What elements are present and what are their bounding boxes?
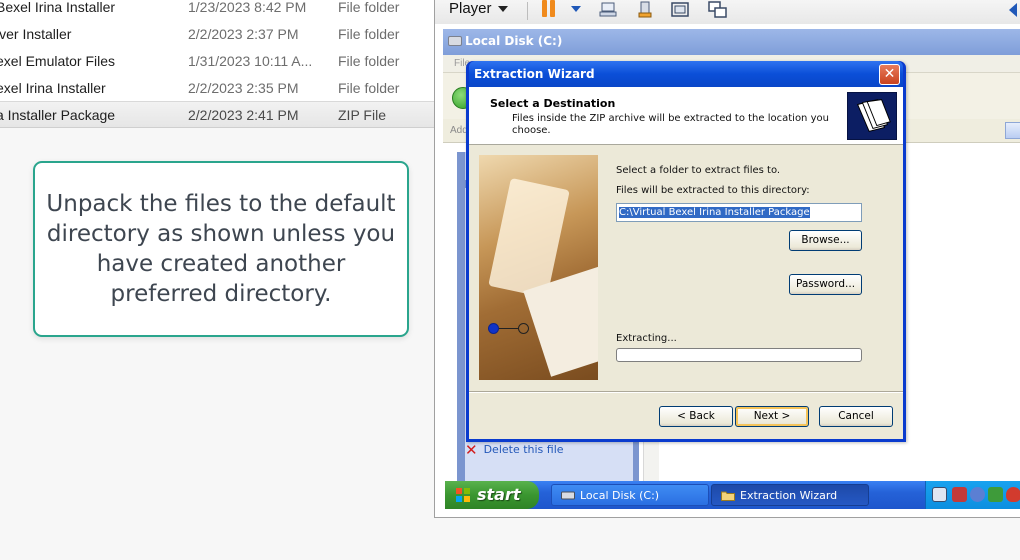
- password-button[interactable]: Password...: [789, 274, 862, 295]
- drive-icon: [448, 36, 462, 46]
- file-date: 2/2/2023 2:37 PM: [188, 26, 299, 42]
- file-row[interactable]: exel Irina Installer 2/2/2023 2:35 PM Fi…: [0, 75, 436, 102]
- screen: Bexel Irina Installer 1/23/2023 8:42 PM …: [0, 0, 1020, 560]
- vm-toolbar: Player: [435, 0, 1020, 24]
- drive-icon: [561, 491, 575, 500]
- chevron-down-icon[interactable]: [1005, 122, 1020, 139]
- vmware-tools-icon[interactable]: [932, 487, 947, 502]
- file-type: File folder: [338, 0, 400, 15]
- pause-icon[interactable]: [541, 0, 557, 17]
- update-icon[interactable]: [988, 487, 1003, 502]
- player-menu-label: Player: [449, 0, 492, 17]
- file-date: 1/31/2023 10:11 A...: [188, 53, 313, 69]
- wizard-header: Select a Destination Files inside the ZI…: [469, 87, 903, 145]
- file-type: File folder: [338, 80, 400, 96]
- destination-directory-value: C:\Virtual Bexel Irina Installer Package: [619, 207, 810, 218]
- extraction-wizard-dialog: Extraction Wizard ✕ Select a Destination…: [466, 61, 906, 442]
- browse-button[interactable]: Browse...: [789, 230, 862, 251]
- file-type: File folder: [338, 26, 400, 42]
- fit-window-icon[interactable]: [669, 0, 691, 20]
- start-label: start: [477, 485, 521, 504]
- file-name: exel Emulator Files: [0, 53, 116, 69]
- directory-label: Files will be extracted to this director…: [616, 185, 810, 196]
- unity-mode-icon[interactable]: [707, 0, 729, 20]
- chevron-down-icon[interactable]: [571, 6, 581, 12]
- extract-prompt: Select a folder to extract files to.: [616, 165, 781, 176]
- file-row[interactable]: exel Emulator Files 1/31/2023 10:11 A...…: [0, 48, 436, 75]
- file-row[interactable]: Bexel Irina Installer 1/23/2023 8:42 PM …: [0, 0, 436, 21]
- delete-file-link[interactable]: ✕ Delete this file: [465, 441, 564, 459]
- wizard-step-title: Select a Destination: [490, 97, 616, 110]
- removable-devices-icon[interactable]: [635, 0, 657, 20]
- taskbar-item-label: Local Disk (C:): [580, 489, 660, 502]
- wizard-divider: [469, 391, 903, 393]
- file-date: 2/2/2023 2:35 PM: [188, 80, 299, 96]
- delete-file-label: Delete this file: [483, 443, 564, 456]
- xp-explorer-titlebar: Local Disk (C:): [443, 29, 1020, 55]
- step-indicator-inactive: [518, 323, 529, 334]
- start-button[interactable]: start: [445, 481, 539, 509]
- close-button[interactable]: ✕: [879, 64, 900, 85]
- file-type: File folder: [338, 53, 400, 69]
- file-row[interactable]: iver Installer 2/2/2023 2:37 PM File fol…: [0, 21, 436, 48]
- wizard-body: Select a Destination Files inside the ZI…: [469, 87, 903, 439]
- file-name: a Installer Package: [0, 107, 116, 123]
- wizard-side-image: [479, 155, 598, 380]
- step-indicator-active: [488, 323, 499, 334]
- callout-text: Unpack the files to the default director…: [46, 191, 396, 307]
- file-type: ZIP File: [338, 107, 386, 123]
- toolbar-divider: [527, 2, 528, 20]
- network-icon[interactable]: [952, 487, 967, 502]
- instruction-callout: Unpack the files to the default director…: [33, 161, 409, 337]
- player-menu[interactable]: Player: [449, 0, 508, 17]
- system-tray: [925, 481, 1020, 509]
- chevron-down-icon: [497, 6, 508, 13]
- delete-icon: ✕: [465, 441, 478, 459]
- file-name: Bexel Irina Installer: [0, 0, 116, 15]
- host-file-list: Bexel Irina Installer 1/23/2023 8:42 PM …: [0, 0, 436, 128]
- file-date: 2/2/2023 2:41 PM: [188, 107, 299, 123]
- next-button[interactable]: Next >: [735, 406, 809, 427]
- file-row-selected[interactable]: a Installer Package 2/2/2023 2:41 PM ZIP…: [0, 101, 436, 128]
- destination-directory-input[interactable]: C:\Virtual Bexel Irina Installer Package: [616, 203, 862, 222]
- taskbar-item-label: Extraction Wizard: [740, 489, 838, 502]
- volume-icon[interactable]: [970, 487, 985, 502]
- zip-folder-icon: [847, 92, 897, 140]
- back-button[interactable]: < Back: [659, 406, 733, 427]
- send-ctrl-alt-del-icon[interactable]: [597, 0, 619, 20]
- wizard-titlebar: Extraction Wizard ✕: [469, 61, 903, 87]
- step-connector: [499, 328, 518, 329]
- wizard-step-subtitle: Files inside the ZIP archive will be ext…: [512, 113, 829, 136]
- close-icon: ✕: [883, 66, 896, 82]
- folder-icon: [721, 491, 735, 501]
- xp-taskbar: start Local Disk (C:) Extraction Wizard: [445, 481, 1020, 509]
- nav-arrow-icon[interactable]: [1005, 0, 1020, 20]
- windows-flag-icon: [456, 488, 470, 502]
- wizard-title: Extraction Wizard: [474, 67, 595, 81]
- file-name: iver Installer: [0, 26, 72, 42]
- taskbar-item-local-disk[interactable]: Local Disk (C:): [551, 484, 709, 506]
- file-date: 1/23/2023 8:42 PM: [188, 0, 307, 15]
- file-name: exel Irina Installer: [0, 80, 106, 96]
- taskbar-item-extraction-wizard[interactable]: Extraction Wizard: [711, 484, 869, 506]
- cancel-button[interactable]: Cancel: [819, 406, 893, 427]
- xp-explorer-title: Local Disk (C:): [465, 34, 563, 48]
- extracting-label: Extracting...: [616, 333, 677, 344]
- security-shield-icon[interactable]: [1006, 487, 1020, 502]
- extraction-progress-bar: [616, 348, 862, 362]
